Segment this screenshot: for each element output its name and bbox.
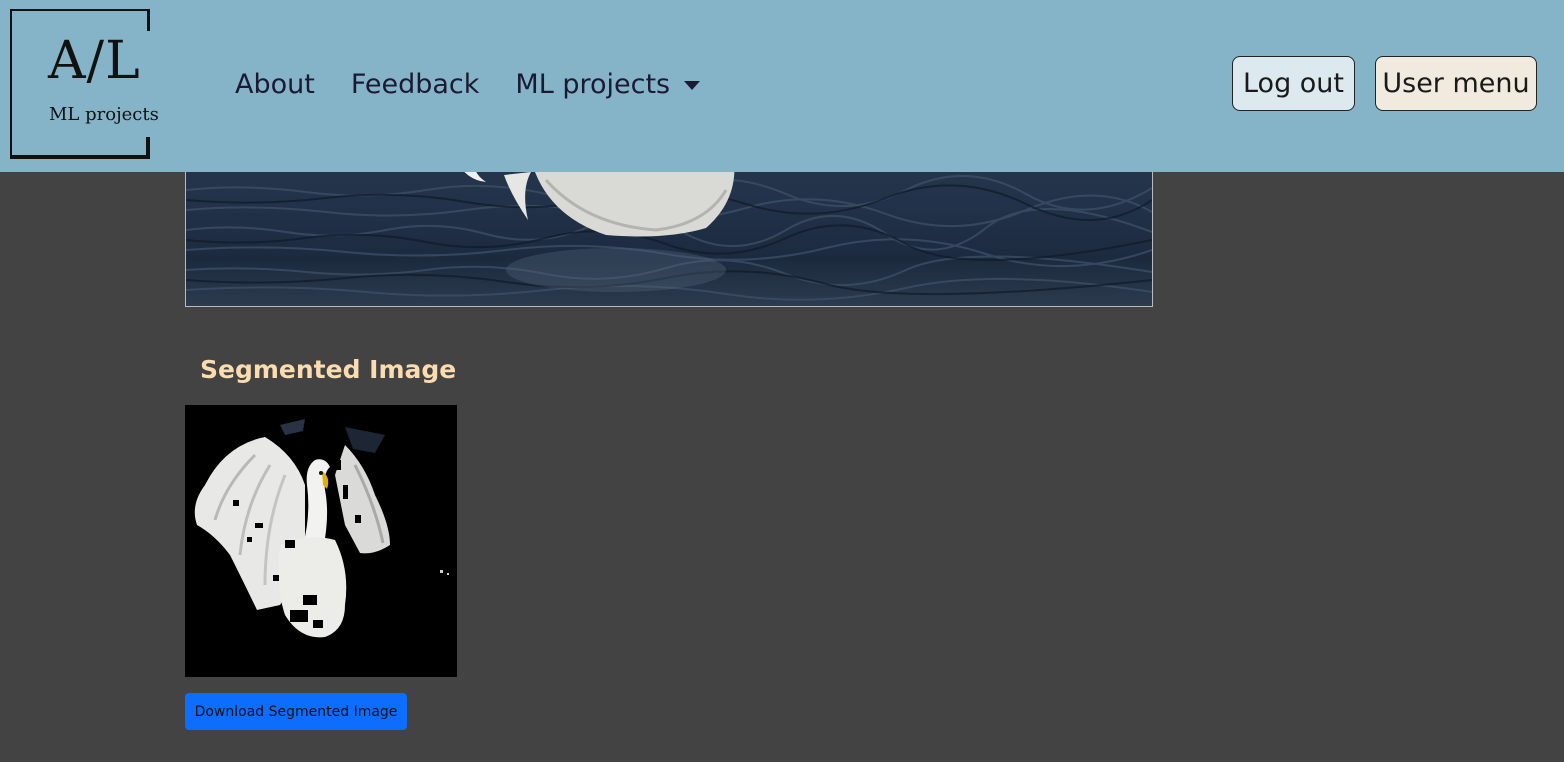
top-navbar: A/L ML projects About Feedback ML projec…: [0, 0, 1564, 172]
nav-dropdown-label: ML projects: [515, 69, 671, 100]
segmented-image-heading: Segmented Image: [200, 355, 457, 384]
nav-dropdown-ml-projects[interactable]: ML projects: [515, 66, 701, 104]
logo-subtitle: ML projects: [49, 104, 159, 125]
nav-links: About Feedback ML projects: [235, 66, 736, 104]
logo-monogram: A/L: [48, 31, 141, 91]
logout-button[interactable]: Log out: [1232, 56, 1355, 111]
caret-down-icon: [684, 80, 701, 90]
nav-link-about[interactable]: About: [235, 66, 315, 104]
site-logo[interactable]: A/L ML projects: [10, 9, 159, 159]
segmented-image: [185, 405, 457, 677]
user-menu-button[interactable]: User menu: [1375, 56, 1537, 111]
download-segmented-image-button[interactable]: Download Segmented Image: [185, 693, 407, 730]
nav-link-feedback[interactable]: Feedback: [351, 66, 480, 104]
